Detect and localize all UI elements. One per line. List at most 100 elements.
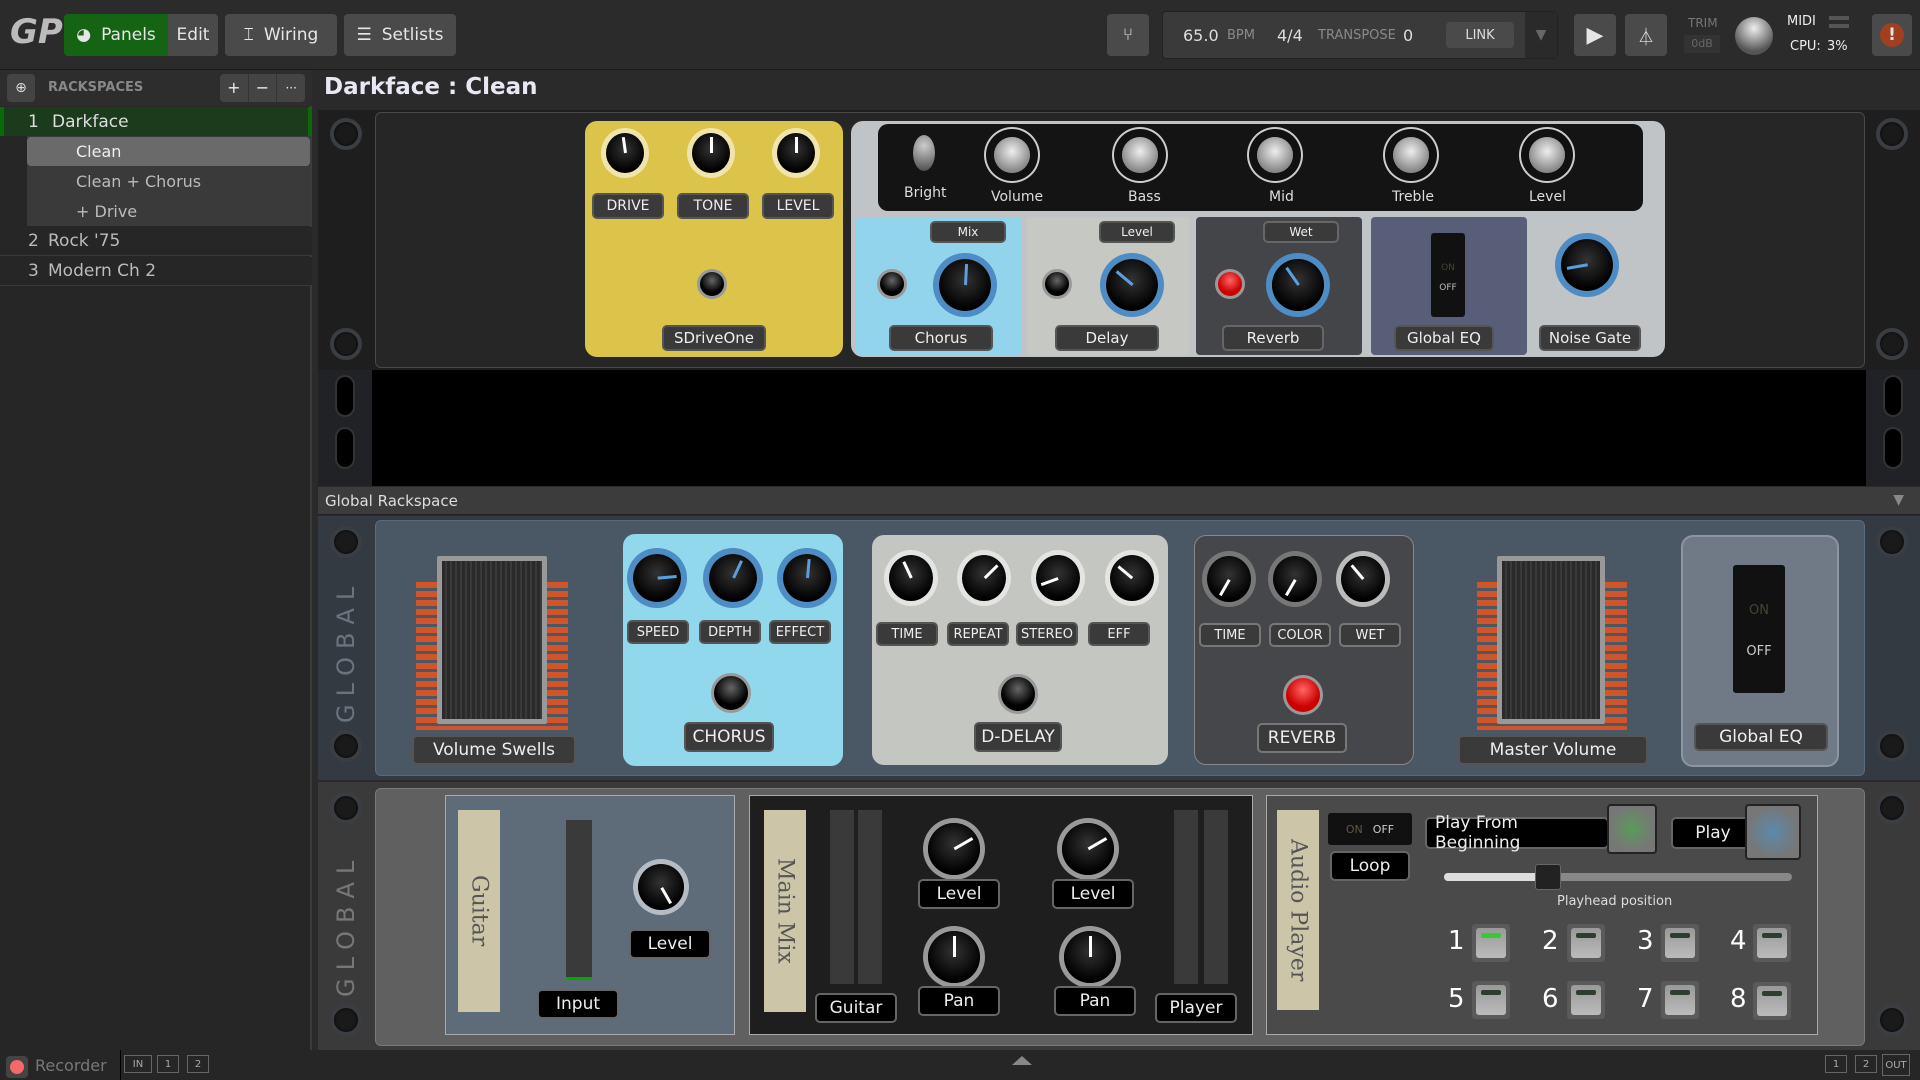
rack-screw [1876,1004,1908,1036]
depth-knob[interactable] [709,554,757,602]
bright-toggle[interactable] [913,135,935,171]
guitar-mix-level-knob[interactable] [928,823,980,875]
pad-number: 5 [1448,984,1465,1014]
output-monitor-2[interactable]: 2 [1855,1055,1877,1073]
more-button[interactable]: ··· [276,74,305,102]
rack-slot [335,427,355,469]
panels-icon: ◕ [76,25,92,45]
setlists-button[interactable]: ☰ Setlists [344,14,456,56]
player-pan-knob[interactable] [1064,931,1116,983]
global-rackspace-header[interactable]: Global Rackspace ▼ [318,487,1920,515]
global-eq-switch[interactable]: ON OFF [1431,233,1465,317]
volume-knob[interactable] [994,137,1030,173]
reverb-pedal-led[interactable] [1283,675,1323,715]
rackspaces-title: RACKSPACES [48,80,144,95]
pad-button-3[interactable] [1661,924,1699,962]
play-from-beginning-button[interactable] [1607,804,1657,854]
tone-knob[interactable] [692,133,730,173]
transport-dropdown[interactable]: ▼ [1525,12,1557,58]
alert-button[interactable]: ! [1872,14,1912,56]
reverb-time-knob[interactable] [1207,556,1251,602]
delay-repeat-knob[interactable] [962,555,1006,601]
pad-button-6[interactable] [1567,981,1605,1019]
guitar-level-knob[interactable] [638,864,684,910]
reverb-wet-label-global: WET [1339,623,1401,647]
speed-knob[interactable] [633,554,681,602]
mix-guitar-label: Guitar [815,993,897,1023]
chorus-mix-knob[interactable] [939,259,991,311]
variation-item[interactable]: + Drive [27,197,310,226]
edit-button[interactable]: Edit [168,14,218,56]
trim-knob[interactable] [1735,17,1773,55]
player-meter-right [1204,810,1228,984]
page-title: Darkface : Clean [324,74,538,100]
pad-button-5[interactable] [1472,981,1510,1019]
delay-stereo-knob[interactable] [1036,555,1080,601]
guitar-pan-knob[interactable] [928,931,980,983]
output-monitor-1[interactable]: 1 [1825,1055,1847,1073]
delay-level-knob[interactable] [1106,259,1158,311]
pad-button-2[interactable] [1567,924,1605,962]
sdrive-led[interactable] [697,269,727,299]
delay-led[interactable] [1042,269,1072,299]
output-monitor-out[interactable]: OUT [1882,1054,1910,1076]
metronome-button[interactable]: ⏃ [1625,14,1667,56]
tuner-button[interactable]: ⑂ [1107,14,1149,56]
remove-rackspace-button[interactable]: − [247,74,277,102]
volume-swells-pedal[interactable] [437,556,547,724]
mid-knob[interactable] [1257,137,1293,173]
player-mix-level-knob[interactable] [1062,823,1114,875]
rackspace-item[interactable]: 3 Modern Ch 2 [0,257,312,286]
link-button[interactable]: LINK [1446,22,1514,48]
variation-item[interactable]: Clean + Chorus [27,167,310,196]
globe-icon[interactable]: ⊕ [7,74,35,102]
play-button[interactable]: ▶ [1574,14,1616,56]
global-eq-toggle[interactable]: ON OFF [1733,565,1785,693]
time-signature[interactable]: 4/4 [1277,26,1303,45]
play-toggle-button[interactable] [1745,804,1801,860]
cpu-value: 3% [1827,39,1848,54]
treble-knob[interactable] [1393,137,1429,173]
chorus-pedal-led[interactable] [711,673,751,713]
add-rackspace-button[interactable]: + [220,74,248,102]
input-monitor-2[interactable]: 2 [187,1055,209,1073]
rackspace-item[interactable]: 2 Rock '75 [0,227,312,256]
effect-knob[interactable] [783,554,831,602]
amp-level-knob[interactable] [1529,137,1565,173]
reverb-wet-knob[interactable] [1272,259,1324,311]
panels-label: Panels [101,25,156,45]
collapse-icon[interactable]: ▼ [1893,492,1904,508]
tempo-value[interactable]: 65.0 [1183,26,1219,45]
variation-item[interactable]: Clean [27,137,310,166]
wiring-button[interactable]: ⌶ Wiring [225,14,337,56]
delay-time-knob[interactable] [889,555,933,601]
pad-button-8[interactable] [1753,982,1791,1020]
input-monitor-1[interactable]: 1 [157,1055,179,1073]
reverb-led[interactable] [1215,269,1245,299]
master-volume-pedal[interactable] [1497,556,1605,724]
bass-knob[interactable] [1122,137,1158,173]
playhead-thumb[interactable] [1535,864,1562,890]
noise-gate-knob[interactable] [1561,239,1613,291]
delay-eff-knob[interactable] [1110,555,1154,601]
transpose-value[interactable]: 0 [1403,26,1413,45]
panels-button[interactable]: ◕ Panels [64,14,168,56]
reverb-wet-knob-global[interactable] [1341,556,1385,602]
pad-button-7[interactable] [1661,981,1699,1019]
input-monitor-in[interactable]: IN [124,1055,152,1073]
loop-toggle[interactable]: ON OFF [1328,813,1412,845]
pad-number: 8 [1730,984,1747,1014]
level-knob[interactable] [777,133,815,173]
playhead-slider[interactable] [1444,864,1792,890]
record-button[interactable] [6,1056,28,1078]
reverb-name: Reverb [1222,325,1324,351]
global-side-label: GLOBAL [332,852,360,998]
pad-button-4[interactable] [1753,924,1791,962]
drive-knob[interactable] [606,133,644,173]
chorus-led[interactable] [877,269,907,299]
pad-button-1[interactable] [1472,924,1510,962]
rackspace-item[interactable]: 1 Darkface [0,107,312,136]
reverb-color-knob[interactable] [1273,556,1317,602]
d-delay-led[interactable] [998,674,1038,714]
expand-panel-icon[interactable] [1012,1056,1032,1065]
